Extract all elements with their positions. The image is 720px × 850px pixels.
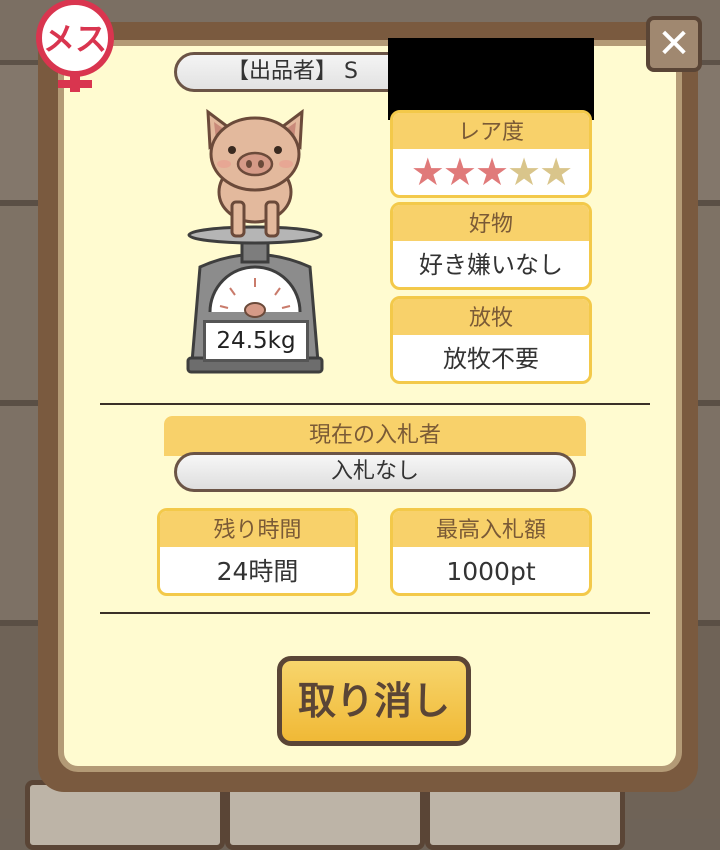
grazing-box: 放牧 放牧不要: [390, 296, 592, 384]
gender-badge-text: メス: [43, 20, 107, 58]
star-empty-icon: ★: [507, 150, 541, 194]
rarity-stars: ★★★★★: [393, 149, 589, 195]
divider: [100, 403, 650, 405]
close-button[interactable]: ✕: [646, 16, 702, 72]
rarity-box: レア度 ★★★★★: [390, 110, 592, 198]
redaction-block: [388, 38, 594, 120]
remaining-time-value: 24時間: [216, 557, 299, 586]
female-icon: メス: [36, 0, 114, 92]
star-filled-icon: ★: [474, 150, 509, 194]
top-bid-value: 1000pt: [446, 557, 536, 586]
favorite-box: 好物 好き嫌いなし: [390, 202, 592, 290]
favorite-label: 好物: [393, 205, 589, 241]
grazing-value: 放牧不要: [443, 345, 539, 373]
remaining-time-box: 残り時間 24時間: [157, 508, 358, 596]
remaining-time-label: 残り時間: [160, 511, 355, 547]
close-icon: ✕: [657, 21, 691, 67]
star-filled-icon: ★: [410, 150, 445, 194]
current-bidder-label: 現在の入札者: [164, 416, 586, 456]
grazing-label: 放牧: [393, 299, 589, 335]
star-empty-icon: ★: [539, 150, 573, 194]
current-bidder-value: 入札なし: [174, 452, 576, 492]
rarity-label: レア度: [393, 113, 589, 149]
top-bid-label: 最高入札額: [393, 511, 589, 547]
weight-readout: 24.5kg: [203, 320, 309, 362]
favorite-value: 好き嫌いなし: [419, 251, 563, 279]
seller-label: 【出品者】 S: [227, 59, 358, 84]
divider: [100, 612, 650, 614]
top-bid-box: 最高入札額 1000pt: [390, 508, 592, 596]
star-filled-icon: ★: [442, 150, 477, 194]
cancel-button[interactable]: 取り消し: [277, 656, 471, 746]
